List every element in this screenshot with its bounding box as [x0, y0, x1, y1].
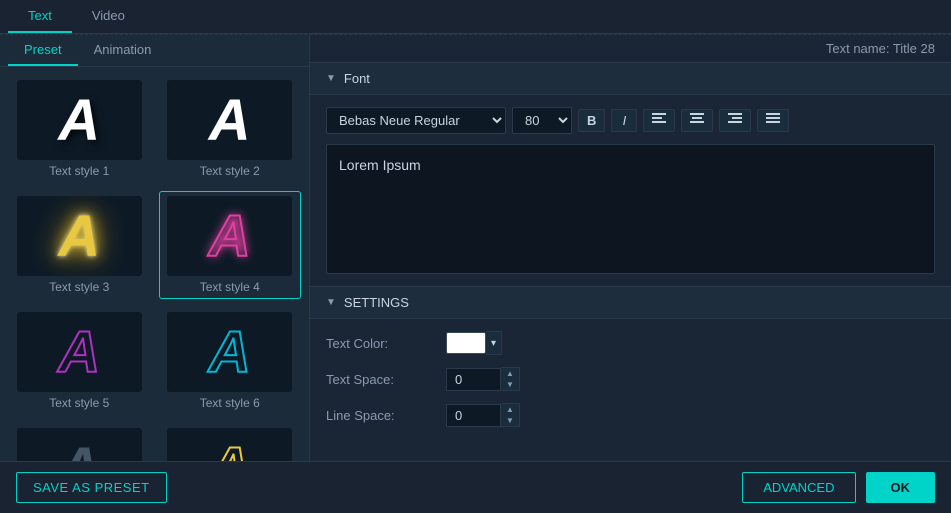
text-space-up[interactable]: ▲	[501, 368, 519, 379]
preset-item-2[interactable]: A Text style 2	[159, 75, 302, 183]
italic-button[interactable]: I	[611, 109, 637, 132]
preset-label-5: Text style 5	[49, 396, 109, 410]
line-space-up[interactable]: ▲	[501, 404, 519, 415]
text-name-bar: Text name: Title 28	[310, 35, 951, 63]
preset-thumb-8: A	[167, 428, 292, 461]
preset-label-4: Text style 4	[200, 280, 260, 294]
style6-letter: A	[209, 319, 251, 386]
preset-thumb-5: A	[17, 312, 142, 392]
preset-thumb-4: A	[167, 196, 292, 276]
align-center-button[interactable]	[681, 109, 713, 132]
preset-item-4[interactable]: A Text style 4	[159, 191, 302, 299]
align-right-button[interactable]	[719, 109, 751, 132]
text-space-input[interactable]	[446, 368, 501, 391]
preset-item-3[interactable]: A Text style 3	[8, 191, 151, 299]
align-justify-button[interactable]	[757, 109, 789, 132]
preset-label-1: Text style 1	[49, 164, 109, 178]
font-controls-row: Bebas Neue Regular 80 B I	[326, 107, 935, 134]
advanced-button[interactable]: ADVANCED	[742, 472, 855, 503]
preset-item-1[interactable]: A Text style 1	[8, 75, 151, 183]
right-buttons: ADVANCED OK	[742, 472, 935, 503]
text-space-control: ▲ ▼	[446, 367, 520, 391]
text-preview[interactable]: Lorem Ipsum	[326, 144, 935, 274]
preset-label-2: Text style 2	[200, 164, 260, 178]
line-space-spinners: ▲ ▼	[501, 403, 520, 427]
font-chevron-icon: ▼	[326, 73, 336, 84]
line-space-label: Line Space:	[326, 408, 446, 423]
style4-letter: A	[209, 203, 251, 270]
text-color-row: Text Color: ▾	[326, 331, 935, 355]
tab-preset[interactable]: Preset	[8, 35, 78, 66]
text-color-label: Text Color:	[326, 336, 446, 351]
ok-button[interactable]: OK	[866, 472, 936, 503]
style5-letter: A	[58, 319, 100, 386]
preset-item-6[interactable]: A Text style 6	[159, 307, 302, 415]
text-space-down[interactable]: ▼	[501, 379, 519, 390]
tab-animation[interactable]: Animation	[78, 35, 168, 66]
preset-item-8[interactable]: A Text style 8	[159, 423, 302, 461]
preset-thumb-2: A	[167, 80, 292, 160]
main-layout: Preset Animation A Text style 1 A Text s…	[0, 34, 951, 461]
preset-label-6: Text style 6	[200, 396, 260, 410]
preview-text: Lorem Ipsum	[339, 157, 421, 173]
preset-label-3: Text style 3	[49, 280, 109, 294]
tab-video[interactable]: Video	[72, 0, 145, 33]
font-section: Bebas Neue Regular 80 B I	[310, 95, 951, 287]
text-name-label: Text name: Title 28	[826, 41, 935, 56]
line-space-control: ▲ ▼	[446, 403, 520, 427]
style3-letter: A	[58, 203, 100, 270]
preset-item-7[interactable]: A Text style 7	[8, 423, 151, 461]
presets-grid: A Text style 1 A Text style 2 A Text sty…	[0, 67, 309, 461]
style2-letter: A	[209, 87, 251, 154]
preset-item-5[interactable]: A Text style 5	[8, 307, 151, 415]
color-swatch[interactable]	[446, 332, 486, 354]
font-size-select[interactable]: 80	[512, 107, 572, 134]
line-space-input[interactable]	[446, 404, 501, 427]
color-dropdown-button[interactable]: ▾	[486, 331, 502, 355]
settings-chevron-icon: ▼	[326, 297, 336, 308]
left-panel: Preset Animation A Text style 1 A Text s…	[0, 35, 310, 461]
preset-thumb-6: A	[167, 312, 292, 392]
preset-thumb-3: A	[17, 196, 142, 276]
settings-section-header[interactable]: ▼ SETTINGS	[310, 287, 951, 319]
settings-section-label: SETTINGS	[344, 295, 409, 310]
preset-thumb-1: A	[17, 80, 142, 160]
text-space-row: Text Space: ▲ ▼	[326, 367, 935, 391]
right-panel: Text name: Title 28 ▼ Font Bebas Neue Re…	[310, 35, 951, 461]
style1-letter: A	[58, 87, 100, 154]
line-space-down[interactable]: ▼	[501, 415, 519, 426]
tab-text[interactable]: Text	[8, 0, 72, 33]
line-space-row: Line Space: ▲ ▼	[326, 403, 935, 427]
settings-section: Text Color: ▾ Text Space: ▲ ▼	[310, 319, 951, 451]
save-preset-button[interactable]: SAVE AS PRESET	[16, 472, 167, 503]
text-color-control: ▾	[446, 331, 502, 355]
font-select[interactable]: Bebas Neue Regular	[326, 107, 506, 134]
preset-thumb-7: A	[17, 428, 142, 461]
font-section-header[interactable]: ▼ Font	[310, 63, 951, 95]
text-space-spinners: ▲ ▼	[501, 367, 520, 391]
align-left-button[interactable]	[643, 109, 675, 132]
style7-letter: A	[58, 435, 100, 462]
bottom-bar: SAVE AS PRESET ADVANCED OK	[0, 461, 951, 513]
text-space-label: Text Space:	[326, 372, 446, 387]
sub-tabs-bar: Preset Animation	[0, 35, 309, 67]
font-section-label: Font	[344, 71, 370, 86]
bold-button[interactable]: B	[578, 109, 605, 132]
top-tabs-bar: Text Video	[0, 0, 951, 34]
style8-letter: A	[209, 435, 251, 462]
